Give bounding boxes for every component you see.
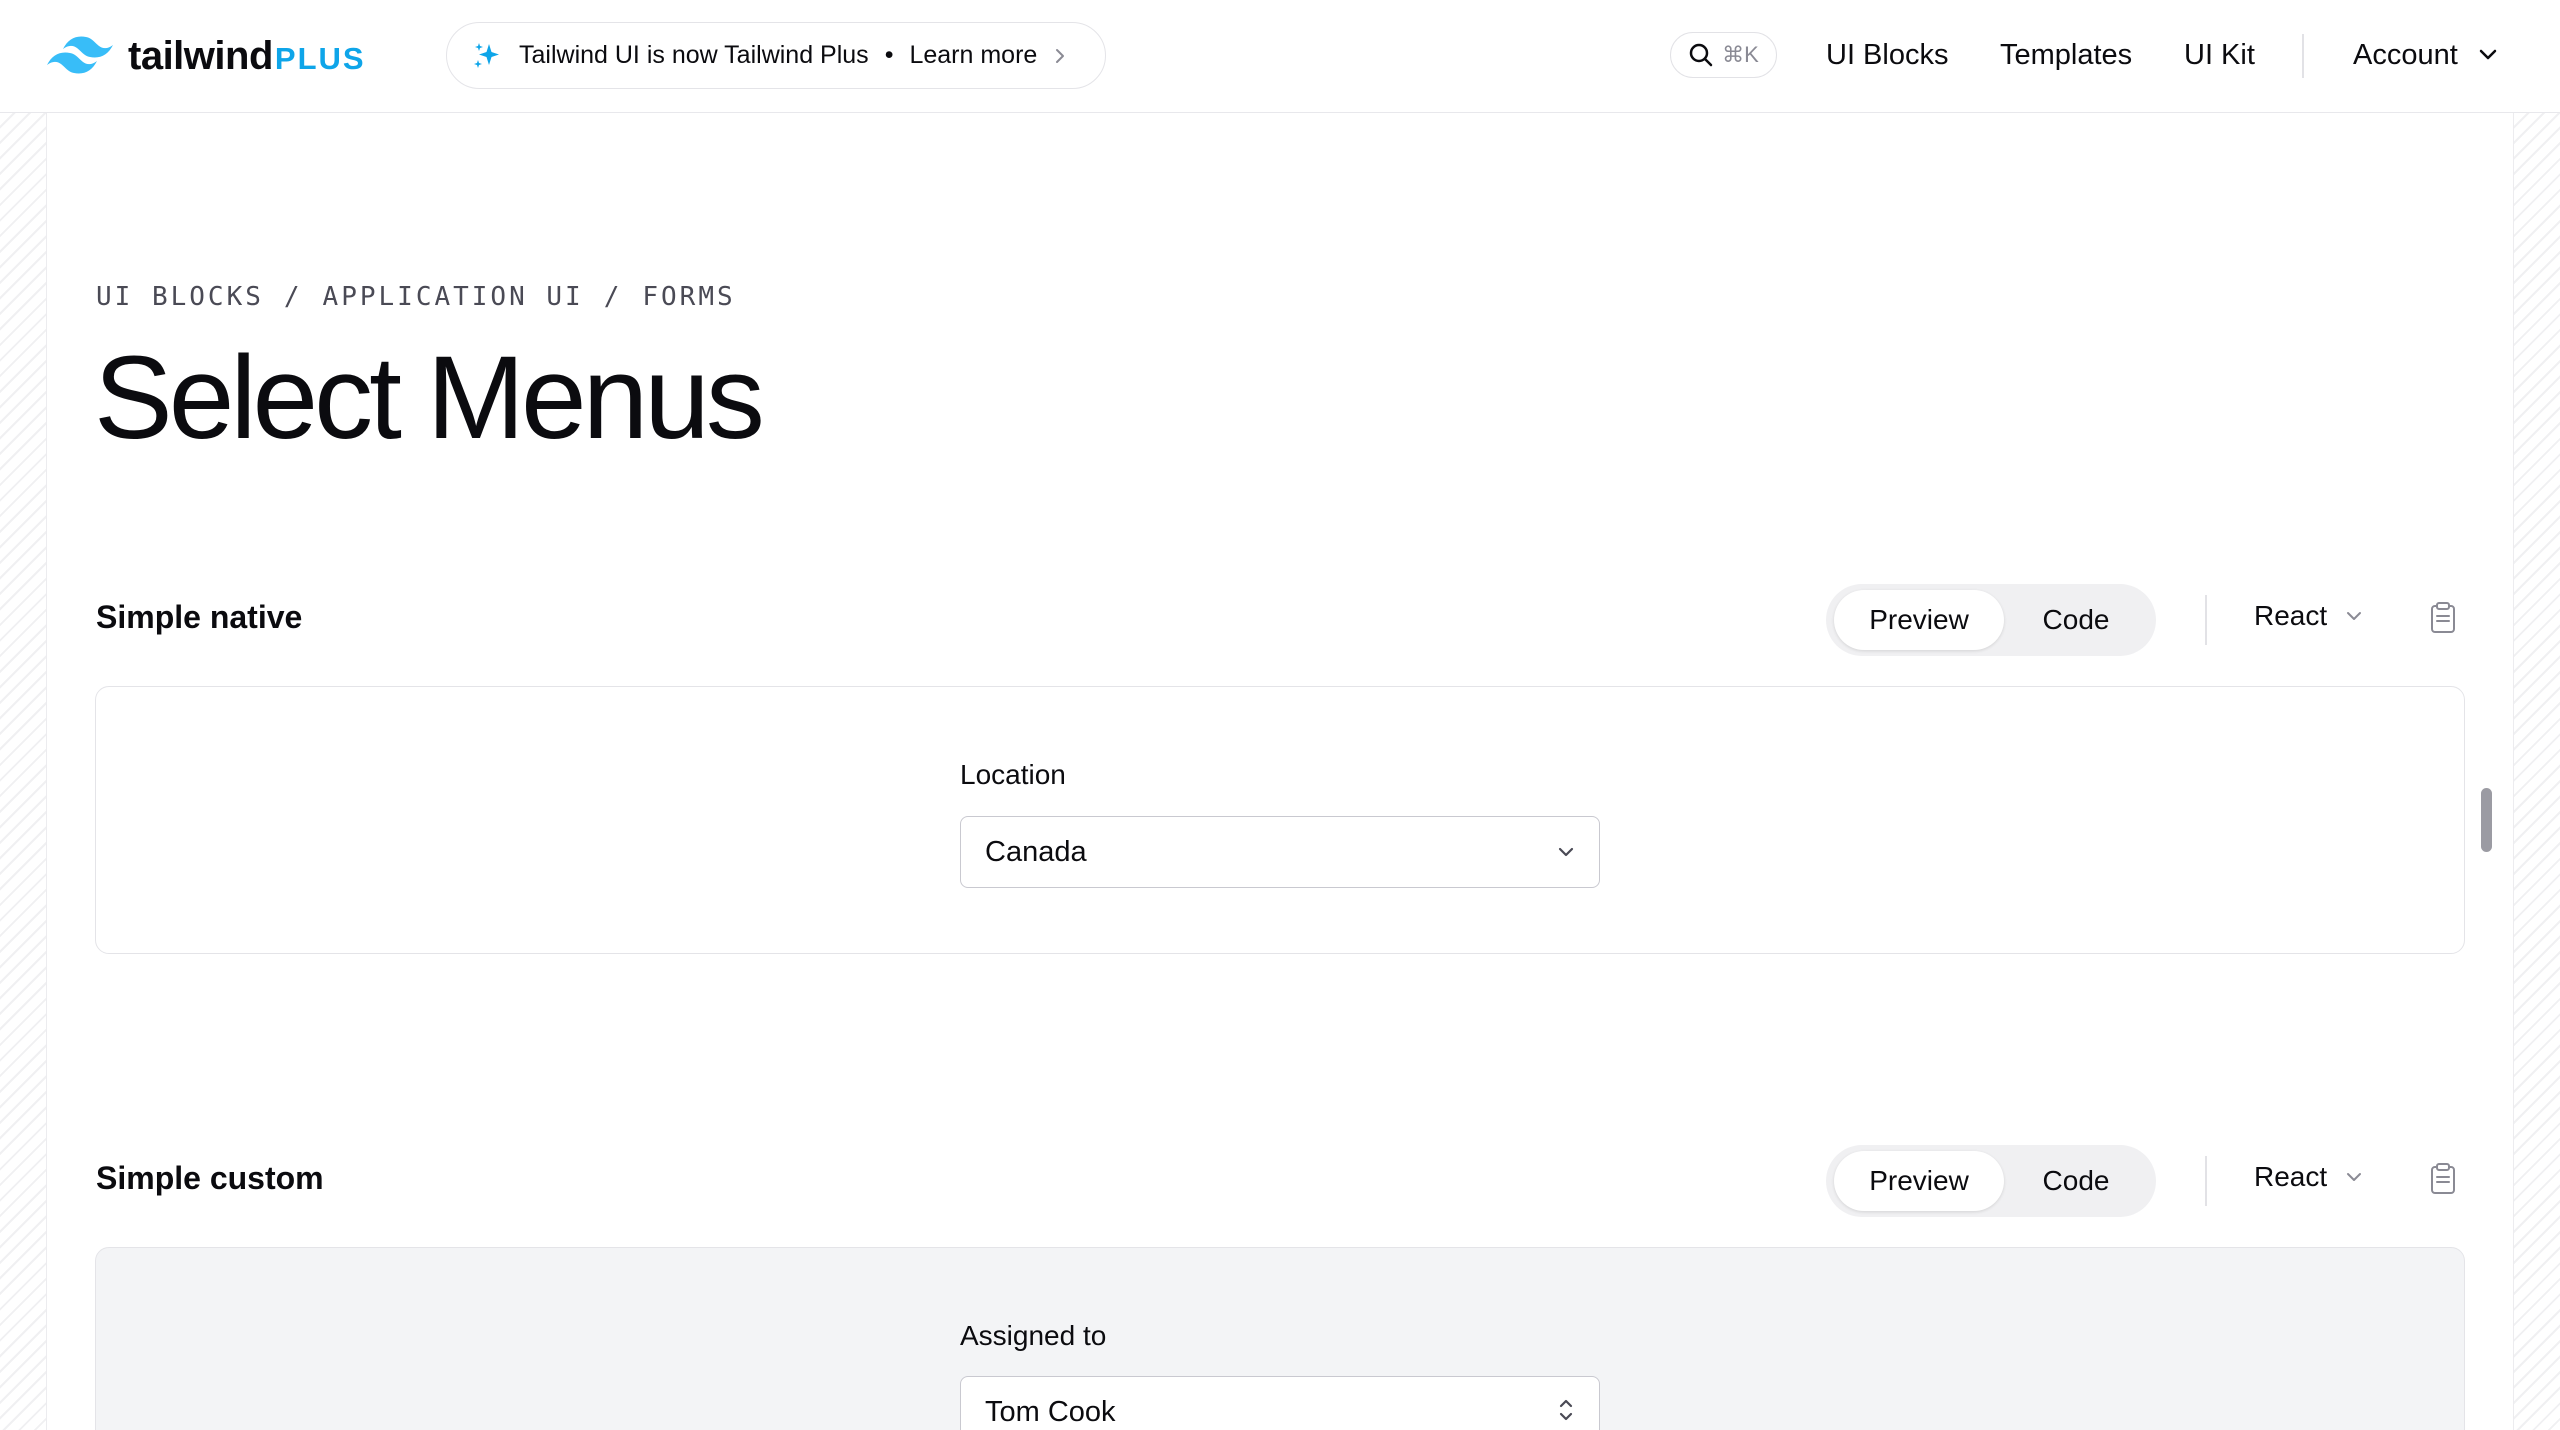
right-gutter-pattern bbox=[2513, 113, 2560, 1430]
breadcrumb-ui-blocks[interactable]: UI BLOCKS bbox=[96, 282, 264, 312]
tab-preview[interactable]: Preview bbox=[1834, 590, 2004, 650]
announcement-separator: • bbox=[884, 41, 894, 69]
preview-code-toggle: Preview Code bbox=[1826, 1145, 2156, 1217]
search-shortcut: ⌘K bbox=[1722, 42, 1759, 67]
sparkles-icon bbox=[474, 42, 499, 68]
assigned-to-select[interactable]: Tom Cook bbox=[960, 1376, 1600, 1430]
breadcrumb-application-ui[interactable]: APPLICATION UI bbox=[323, 282, 584, 312]
section-title-simple-native: Simple native bbox=[96, 599, 303, 635]
clipboard-icon[interactable] bbox=[2426, 601, 2460, 635]
search-button[interactable]: ⌘K bbox=[1670, 32, 1777, 78]
tailwind-plus-logo[interactable]: tailwind PLUS bbox=[46, 30, 366, 82]
account-menu[interactable]: Account bbox=[2353, 32, 2498, 78]
location-select[interactable]: Canada bbox=[960, 816, 1600, 888]
learn-more-link[interactable]: Learn more bbox=[909, 41, 1037, 70]
nav-ui-kit[interactable]: UI Kit bbox=[2184, 32, 2255, 78]
scrollbar-thumb[interactable] bbox=[2481, 788, 2492, 852]
clipboard-icon[interactable] bbox=[2426, 1162, 2460, 1196]
assigned-to-label: Assigned to bbox=[960, 1320, 1107, 1351]
chevron-down-icon bbox=[2347, 612, 2362, 620]
logo-wordmark: tailwind bbox=[128, 33, 273, 78]
breadcrumb: UI BLOCKS / APPLICATION UI / FORMS bbox=[96, 282, 736, 312]
announcement-pill[interactable]: Tailwind UI is now Tailwind Plus • Learn… bbox=[446, 22, 1106, 89]
section-title-simple-custom: Simple custom bbox=[96, 1160, 324, 1196]
tab-preview[interactable]: Preview bbox=[1834, 1151, 2004, 1211]
account-label: Account bbox=[2353, 38, 2458, 71]
framework-label: React bbox=[2254, 600, 2328, 631]
page-title: Select Menus bbox=[94, 332, 765, 464]
nav-divider bbox=[2302, 34, 2304, 78]
toolbar-divider bbox=[2205, 1156, 2207, 1206]
chevron-down-icon bbox=[2479, 49, 2497, 60]
tab-code[interactable]: Code bbox=[2004, 1151, 2148, 1211]
framework-selector[interactable]: React bbox=[2254, 1161, 2363, 1193]
chevron-up-down-icon bbox=[1559, 1399, 1573, 1421]
location-label: Location bbox=[960, 759, 1066, 790]
chevron-right-icon bbox=[1056, 48, 1065, 63]
breadcrumb-forms[interactable]: FORMS bbox=[642, 282, 735, 312]
breadcrumb-separator: / bbox=[603, 282, 623, 312]
announcement-message: Tailwind UI is now Tailwind Plus bbox=[519, 41, 869, 69]
preview-code-toggle: Preview Code bbox=[1826, 584, 2156, 656]
tailwind-logo-icon bbox=[47, 36, 113, 74]
toolbar-divider bbox=[2205, 595, 2207, 645]
left-gutter-pattern bbox=[0, 113, 47, 1430]
chevron-down-icon bbox=[2347, 1173, 2362, 1181]
framework-selector[interactable]: React bbox=[2254, 600, 2363, 632]
logo-plus-mark: PLUS bbox=[274, 41, 366, 76]
location-select-value: Canada bbox=[985, 835, 1087, 868]
search-icon bbox=[1689, 43, 1713, 67]
tab-code[interactable]: Code bbox=[2004, 590, 2148, 650]
top-navigation-bar: tailwind PLUS Tailwind UI is now Tailwin… bbox=[0, 0, 2560, 113]
framework-label: React bbox=[2254, 1161, 2328, 1192]
assigned-to-select-value: Tom Cook bbox=[985, 1395, 1116, 1428]
chevron-down-icon bbox=[1558, 847, 1574, 857]
nav-templates[interactable]: Templates bbox=[2000, 32, 2132, 78]
breadcrumb-separator: / bbox=[283, 282, 303, 312]
nav-ui-blocks[interactable]: UI Blocks bbox=[1826, 32, 1948, 78]
